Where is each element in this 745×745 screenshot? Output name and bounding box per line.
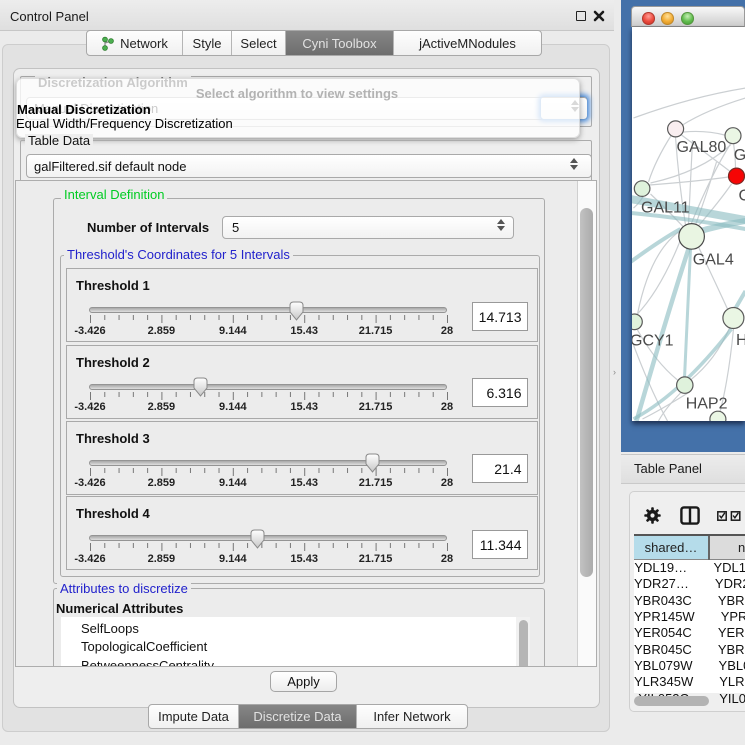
svg-text:GAL11: GAL11 bbox=[641, 200, 690, 217]
svg-text:C: C bbox=[738, 188, 745, 205]
svg-text:GAL4: GAL4 bbox=[692, 252, 733, 269]
svg-text:GCY1: GCY1 bbox=[632, 333, 674, 350]
svg-text:HI: HI bbox=[736, 332, 745, 349]
svg-text:HAP2: HAP2 bbox=[685, 395, 727, 412]
svg-text:GAL80: GAL80 bbox=[676, 139, 726, 156]
svg-text:GA: GA bbox=[733, 147, 745, 164]
